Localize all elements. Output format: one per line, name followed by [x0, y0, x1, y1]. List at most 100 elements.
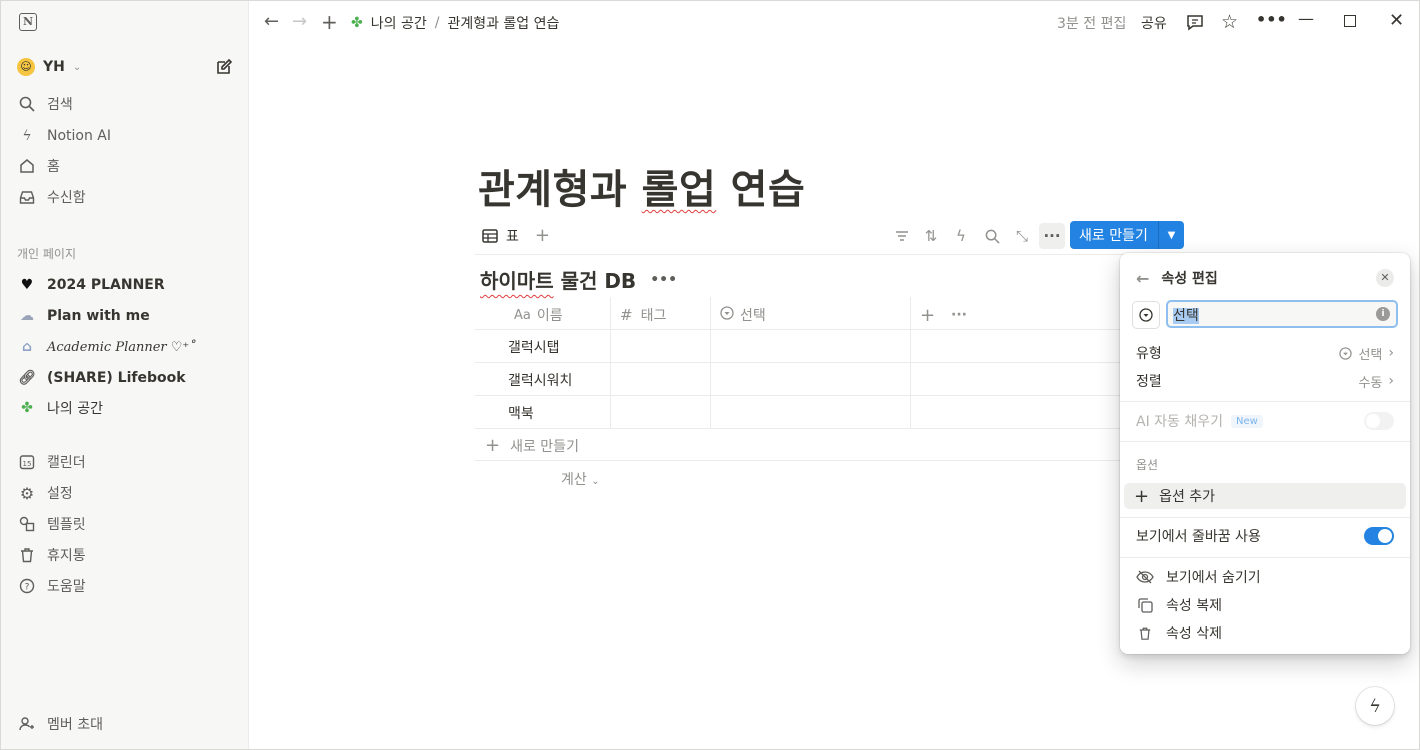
- filter-icon[interactable]: [891, 225, 913, 247]
- text-type-icon: Aa: [514, 307, 531, 323]
- duplicate-property-button[interactable]: 속성 복제: [1136, 595, 1222, 615]
- sidebar-item-label: 설정: [47, 486, 73, 502]
- close-icon[interactable]: ✕: [1376, 269, 1394, 287]
- plus-icon: +: [1134, 485, 1150, 507]
- search-icon[interactable]: [981, 225, 1003, 247]
- ai-autofill-label: AI 자동 채우기: [1136, 414, 1224, 430]
- more-options-icon[interactable]: •••: [1256, 10, 1287, 29]
- sidebar-item-plan-with-me[interactable]: ☁ Plan with me: [17, 304, 237, 328]
- database-more-icon[interactable]: •••: [650, 272, 677, 288]
- sidebar-item-settings[interactable]: ⚙ 설정: [17, 481, 237, 505]
- sidebar-item-trash[interactable]: 휴지통: [17, 543, 237, 567]
- page-title-text-misspelled: 롤업: [641, 167, 717, 213]
- hide-in-view-button[interactable]: 보기에서 숨기기: [1136, 567, 1261, 587]
- sidebar-item-label: 나의 공간: [47, 401, 103, 417]
- wrap-toggle[interactable]: [1364, 527, 1394, 545]
- sidebar-item-lifebook[interactable]: 🔗︎ (SHARE) Lifebook: [17, 366, 237, 390]
- column-header-select[interactable]: 선택: [720, 301, 766, 329]
- sidebar-item-label: (SHARE) Lifebook: [47, 370, 186, 386]
- automation-lightning-icon[interactable]: ϟ: [950, 225, 972, 247]
- sidebar-item-home[interactable]: 홈: [17, 154, 237, 178]
- sort-icon[interactable]: ⇅: [920, 225, 942, 247]
- sidebar-item-templates[interactable]: 템플릿: [17, 512, 237, 536]
- delete-property-button[interactable]: 속성 삭제: [1136, 623, 1222, 643]
- calendar-icon: 15: [17, 452, 37, 472]
- expand-icon[interactable]: ⤡: [1011, 225, 1033, 247]
- column-header-tag[interactable]: # 태그: [620, 301, 666, 329]
- property-icon-picker[interactable]: [1132, 301, 1160, 329]
- sidebar-item-search[interactable]: 검색: [17, 92, 237, 116]
- table-row[interactable]: 갤럭시워치: [508, 370, 572, 390]
- workspace-switcher[interactable]: ☺ YH ⌄: [17, 56, 81, 78]
- new-page-icon[interactable]: [215, 58, 233, 76]
- sidebar-item-2024-planner[interactable]: ♥ 2024 PLANNER: [17, 273, 237, 297]
- property-type-row[interactable]: 유형 선택 ›: [1136, 342, 1394, 364]
- back-arrow-icon[interactable]: ←: [264, 11, 279, 32]
- breadcrumb-item-my-space[interactable]: 나의 공간: [371, 13, 427, 33]
- calculate-dropdown[interactable]: 계산 ⌄: [561, 469, 600, 489]
- row-divider: [475, 329, 1120, 330]
- sidebar-item-my-space[interactable]: ✤ 나의 공간: [17, 396, 237, 420]
- page-title[interactable]: 관계형과 롤업 연습: [478, 157, 805, 215]
- ai-autofill-toggle[interactable]: [1364, 412, 1394, 430]
- add-row-button[interactable]: + 새로 만들기: [485, 435, 579, 456]
- maximize-icon[interactable]: [1344, 15, 1356, 27]
- select-icon: [1339, 346, 1353, 360]
- sidebar-item-academic-planner[interactable]: ⌂ Academic Planner ♡⁺˚: [17, 335, 237, 359]
- sidebar-item-notion-ai[interactable]: ϟ Notion AI: [17, 124, 237, 148]
- property-name-input[interactable]: 선택 i: [1166, 300, 1398, 328]
- gear-icon: ⚙: [19, 483, 35, 503]
- table-row[interactable]: 갤럭시탭: [508, 337, 560, 357]
- table-row[interactable]: 맥북: [508, 403, 534, 423]
- close-window-icon[interactable]: ✕: [1389, 10, 1404, 31]
- page-title-text: 관계형과: [478, 167, 642, 213]
- forward-arrow-icon[interactable]: →: [292, 11, 307, 32]
- comment-icon[interactable]: [1186, 13, 1204, 35]
- sidebar-item-inbox[interactable]: 수신함: [17, 185, 237, 209]
- column-more-icon[interactable]: ···: [951, 301, 967, 329]
- back-arrow-icon[interactable]: ←: [1136, 269, 1149, 288]
- divider: [1120, 401, 1410, 402]
- invite-members-button[interactable]: 멤버 초대: [17, 712, 237, 736]
- new-record-label: 새로 만들기: [1079, 228, 1148, 244]
- database-title[interactable]: 하이마트 물건 DB •••: [480, 265, 677, 294]
- column-divider: [910, 297, 911, 428]
- add-property-plus-icon[interactable]: +: [920, 301, 935, 329]
- add-option-button[interactable]: + 옵션 추가: [1124, 483, 1406, 509]
- property-sort-row[interactable]: 정렬 수동 ›: [1136, 370, 1394, 392]
- column-label: 태그: [640, 308, 667, 324]
- column-divider: [610, 297, 611, 428]
- column-header-name[interactable]: Aa 이름: [514, 301, 563, 329]
- sidebar-item-label: 2024 PLANNER: [47, 277, 165, 293]
- svg-text:15: 15: [23, 460, 32, 468]
- divider: [475, 254, 1185, 255]
- eye-hidden-icon: [1136, 570, 1154, 584]
- notion-ai-floating-button[interactable]: ϟ: [1356, 687, 1394, 725]
- calculate-label: 계산: [561, 472, 587, 488]
- sidebar-item-calendar[interactable]: 15 캘린더: [17, 450, 237, 474]
- view-more-options-icon[interactable]: ···: [1039, 223, 1065, 249]
- ai-autofill-row[interactable]: AI 자동 채우기 New: [1136, 410, 1394, 432]
- clover-icon: ✤: [351, 15, 363, 31]
- new-record-button[interactable]: 새로 만들기 ▼: [1070, 221, 1184, 249]
- chevron-down-icon[interactable]: ▼: [1159, 230, 1184, 241]
- new-tab-plus-icon[interactable]: +: [321, 10, 338, 34]
- info-icon[interactable]: i: [1376, 307, 1390, 321]
- select-icon: [1139, 308, 1153, 322]
- minimize-icon[interactable]: —: [1298, 9, 1314, 28]
- add-view-plus-icon[interactable]: +: [535, 225, 550, 246]
- sidebar-item-help[interactable]: ? 도움말: [17, 574, 237, 598]
- star-icon[interactable]: ☆: [1221, 11, 1238, 33]
- tab-table-view[interactable]: 표 +: [482, 225, 550, 246]
- table-icon: [482, 228, 498, 243]
- property-editor-popover: ← 속성 편집 ✕ 선택 i 유형 선택 › 정렬 수동 › AI 자동 채우기…: [1120, 253, 1410, 654]
- notion-logo-icon[interactable]: N: [19, 13, 37, 31]
- wrap-in-view-row[interactable]: 보기에서 줄바꿈 사용: [1136, 525, 1394, 547]
- cloud-icon: ☁: [20, 308, 34, 324]
- column-divider: [710, 297, 711, 428]
- sidebar-item-label: 도움말: [47, 579, 86, 595]
- delete-label: 속성 삭제: [1166, 626, 1222, 642]
- breadcrumb-item-current-page[interactable]: 관계형과 롤업 연습: [447, 13, 559, 33]
- share-button[interactable]: 공유: [1141, 13, 1167, 33]
- clover-icon: ✤: [21, 400, 33, 416]
